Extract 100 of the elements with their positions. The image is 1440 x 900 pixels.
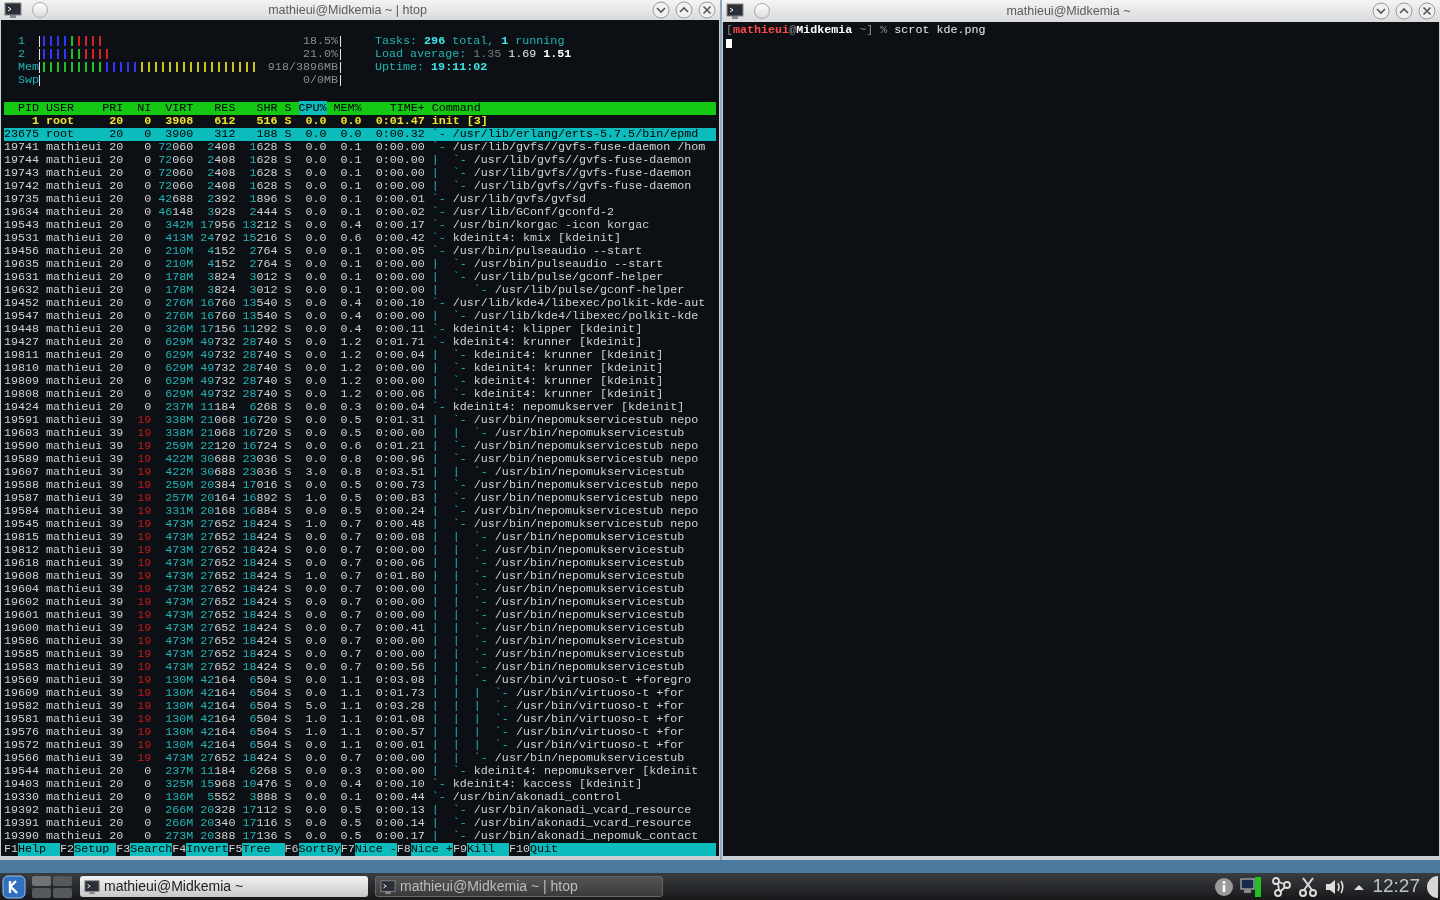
function-key[interactable]: F1 bbox=[4, 843, 19, 856]
process-row[interactable]: 19588 mathieui 39 19 259M 20384 17016 S 0.0 0.5 0:00.73 | `- /usr/bin/nepomukservicestub nepo bbox=[4, 479, 716, 492]
taskbar-button[interactable]: mathieui@Midkemia ~ bbox=[80, 876, 368, 897]
process-row[interactable]: 19812 mathieui 39 19 473M 27652 18424 S 0.0 0.7 0:00.00 | | `- /usr/bin/nepomukservicestub bbox=[4, 544, 716, 557]
column-header[interactable]: MEM% bbox=[326, 102, 362, 115]
function-key[interactable]: F8 bbox=[396, 843, 411, 856]
function-key[interactable]: F9 bbox=[452, 843, 467, 856]
process-row[interactable]: 19604 mathieui 39 19 473M 27652 18424 S 0.0 0.7 0:00.00 | | `- /usr/bin/nepomukservicestub bbox=[4, 583, 716, 596]
process-row[interactable]: 19815 mathieui 39 19 473M 27652 18424 S 0.0 0.7 0:00.08 | | `- /usr/bin/nepomukservicestub bbox=[4, 531, 716, 544]
process-row[interactable]: 19403 mathieui 20 0 325M 15968 10476 S 0.0 0.4 0:00.10 `- kdeinit4: kaccess [kdeinit] bbox=[4, 778, 716, 791]
process-row[interactable]: 19741 mathieui 20 0 72060 2408 1628 S 0.0 0.1 0:00.00 `- /usr/lib/gvfs//gvfs-fuse-daemon /hom bbox=[4, 141, 716, 154]
process-row[interactable]: 19582 mathieui 39 19 130M 42164 6504 S 5.0 1.1 0:03.28 | | | `- /usr/bin/virtuoso-t +for bbox=[4, 700, 716, 713]
process-row[interactable]: 19631 mathieui 20 0 178M 3824 3012 S 0.0 0.1 0:00.00 | `- /usr/lib/pulse/gconf-helper bbox=[4, 271, 716, 284]
column-header[interactable]: USER bbox=[39, 102, 103, 115]
function-key-label[interactable]: Help bbox=[18, 843, 61, 856]
function-key-label[interactable]: SortBy bbox=[298, 843, 341, 856]
column-header[interactable]: VIRT bbox=[151, 102, 194, 115]
process-row[interactable]: 19811 mathieui 20 0 629M 49732 28740 S 0.0 1.2 0:00.04 | `- kdeinit4: krunner [kdeinit] bbox=[4, 349, 716, 362]
process-row[interactable]: 19581 mathieui 39 19 130M 42164 6504 S 1.0 1.1 0:01.08 | | | `- /usr/bin/virtuoso-t +for bbox=[4, 713, 716, 726]
column-header[interactable]: NI bbox=[123, 102, 152, 115]
process-row[interactable]: 19427 mathieui 20 0 629M 49732 28740 S 0.0 1.2 0:01.71 `- kdeinit4: krunner [kdeinit] bbox=[4, 336, 716, 349]
process-row[interactable]: 19602 mathieui 39 19 473M 27652 18424 S 0.0 0.7 0:00.00 | | `- /usr/bin/nepomukservicestub bbox=[4, 596, 716, 609]
process-row[interactable]: 19391 mathieui 20 0 266M 20340 17116 S 0.0 0.5 0:00.14 | `- /usr/bin/akonadi_vcard_resource bbox=[4, 817, 716, 830]
function-key[interactable]: F6 bbox=[284, 843, 299, 856]
process-row[interactable]: 19544 mathieui 20 0 237M 11184 6268 S 0.0 0.3 0:00.00 | `- kdeinit4: nepomukserver [kdeinit bbox=[4, 765, 716, 778]
close-button[interactable] bbox=[1418, 2, 1436, 20]
function-key[interactable]: F2 bbox=[60, 843, 75, 856]
process-row[interactable]: 19543 mathieui 20 0 342M 17956 13212 S 0.0 0.4 0:00.17 `- /usr/bin/korgac -icon korgac bbox=[4, 219, 716, 232]
process-row[interactable]: 19590 mathieui 39 19 259M 22120 16724 S 0.0 0.6 0:01.21 | `- /usr/bin/nepomukservicestub nepo bbox=[4, 440, 716, 453]
process-row[interactable]: 19809 mathieui 20 0 629M 49732 28740 S 0.0 1.2 0:00.00 | `- kdeinit4: krunner [kdeinit] bbox=[4, 375, 716, 388]
process-row[interactable]: 19810 mathieui 20 0 629M 49732 28740 S 0.0 1.2 0:00.00 | `- kdeinit4: krunner [kdeinit] bbox=[4, 362, 716, 375]
process-row[interactable]: 19607 mathieui 39 19 422M 30688 23036 S 3.0 0.8 0:03.51 | | `- /usr/bin/nepomukservicestub bbox=[4, 466, 716, 479]
column-header[interactable]: RES bbox=[193, 102, 236, 115]
scissors-icon[interactable] bbox=[1298, 875, 1319, 898]
process-row[interactable]: 19603 mathieui 39 19 338M 21068 16720 S 0.0 0.5 0:00.00 | | `- /usr/bin/nepomukservicestub bbox=[4, 427, 716, 440]
process-row[interactable]: 19600 mathieui 39 19 473M 27652 18424 S 0.0 0.7 0:00.41 | | `- /usr/bin/nepomukservicestub bbox=[4, 622, 716, 635]
process-row[interactable]: 19424 mathieui 20 0 237M 11184 6268 S 0.0 0.3 0:00.04 `- kdeinit4: nepomukserver [kdeinit] bbox=[4, 401, 716, 414]
function-key-label[interactable]: Kill bbox=[466, 843, 509, 856]
minimize-button[interactable] bbox=[652, 1, 670, 19]
process-row[interactable]: 19742 mathieui 20 0 72060 2408 1628 S 0.0 0.1 0:00.00 | `- /usr/lib/gvfs//gvfs-fuse-daemon bbox=[4, 180, 716, 193]
process-row[interactable]: 19576 mathieui 39 19 130M 42164 6504 S 1.0 1.1 0:00.57 | | | `- /usr/bin/virtuoso-t +for bbox=[4, 726, 716, 739]
process-row[interactable]: 1 root 20 0 3908 612 516 S 0.0 0.0 0:01.47 init [3] bbox=[4, 115, 716, 128]
function-key-label[interactable]: Tree bbox=[242, 843, 285, 856]
process-row[interactable]: 19586 mathieui 39 19 473M 27652 18424 S 0.0 0.7 0:00.00 | | `- /usr/bin/nepomukservicestub bbox=[4, 635, 716, 648]
process-row[interactable]: 19547 mathieui 20 0 276M 16760 13540 S 0.0 0.4 0:00.00 | `- /usr/lib/kde4/libexec/polkit-kde bbox=[4, 310, 716, 323]
process-row[interactable]: 19808 mathieui 20 0 629M 49732 28740 S 0.0 1.2 0:00.06 | `- kdeinit4: krunner [kdeinit] bbox=[4, 388, 716, 401]
process-row[interactable]: 19589 mathieui 39 19 422M 30688 23036 S 0.0 0.8 0:00.96 | `- /usr/bin/nepomukservicestub nepo bbox=[4, 453, 716, 466]
process-row[interactable]: 19587 mathieui 39 19 257M 20164 16892 S 1.0 0.5 0:00.83 | `- /usr/bin/nepomukservicestub nepo bbox=[4, 492, 716, 505]
process-row[interactable]: 19569 mathieui 39 19 130M 42164 6504 S 0.0 1.1 0:03.08 | | `- /usr/bin/virtuoso-t +foregro bbox=[4, 674, 716, 687]
column-header[interactable]: SHR bbox=[235, 102, 278, 115]
network-icon[interactable] bbox=[1270, 875, 1293, 898]
process-row[interactable]: 19392 mathieui 20 0 266M 20328 17112 S 0.0 0.5 0:00.13 | `- /usr/bin/akonadi_vcard_resource bbox=[4, 804, 716, 817]
function-key[interactable]: F4 bbox=[172, 843, 187, 856]
maximize-button[interactable] bbox=[1395, 2, 1413, 20]
info-icon[interactable] bbox=[1214, 876, 1235, 897]
function-key[interactable]: F7 bbox=[340, 843, 355, 856]
minimize-button[interactable] bbox=[1372, 2, 1390, 20]
process-row[interactable]: 19632 mathieui 20 0 178M 3824 3012 S 0.0 0.1 0:00.00 | `- /usr/lib/pulse/gconf-helper bbox=[4, 284, 716, 297]
column-header[interactable]: Command bbox=[431, 102, 481, 115]
function-key-label[interactable]: Search bbox=[130, 843, 173, 856]
process-row[interactable]: 23675 root 20 0 3900 312 188 S 0.0 0.0 0:00.32 `- /usr/lib/erlang/erts-5.7.5/bin/epmd bbox=[4, 128, 716, 141]
process-row[interactable]: 19743 mathieui 20 0 72060 2408 1628 S 0.0 0.1 0:00.00 | `- /usr/lib/gvfs//gvfs-fuse-daemon bbox=[4, 167, 716, 180]
column-header[interactable]: S bbox=[277, 102, 292, 115]
desktop-pager[interactable] bbox=[32, 875, 72, 898]
process-row[interactable]: 19452 mathieui 20 0 276M 16760 13540 S 0.0 0.4 0:00.10 `- /usr/lib/kde4/libexec/polkit-kde-aut bbox=[4, 297, 716, 310]
process-row[interactable]: 19448 mathieui 20 0 326M 17156 11292 S 0.0 0.4 0:00.11 `- kdeinit4: klipper [kdeinit] bbox=[4, 323, 716, 336]
function-key-label[interactable]: Nice - bbox=[354, 843, 397, 856]
terminal-icon[interactable] bbox=[726, 2, 744, 20]
process-row[interactable]: 19390 mathieui 20 0 273M 20388 17136 S 0.0 0.5 0:00.17 | `- /usr/bin/akonadi_nepomuk_contact bbox=[4, 830, 716, 843]
column-header[interactable]: TIME+ bbox=[361, 102, 425, 115]
process-row[interactable]: 19531 mathieui 20 0 413M 24792 15216 S 0.0 0.6 0:00.42 `- kdeinit4: kmix [kdeinit] bbox=[4, 232, 716, 245]
process-row[interactable]: 19456 mathieui 20 0 210M 4152 2764 S 0.0 0.1 0:00.05 `- /usr/bin/pulseaudio --start bbox=[4, 245, 716, 258]
function-key-label[interactable]: Invert bbox=[186, 843, 229, 856]
maximize-button[interactable] bbox=[675, 1, 693, 19]
process-row[interactable]: 19618 mathieui 39 19 473M 27652 18424 S 0.0 0.7 0:00.06 | | `- /usr/bin/nepomukservicestub bbox=[4, 557, 716, 570]
function-key[interactable]: F3 bbox=[116, 843, 131, 856]
process-row[interactable]: 19609 mathieui 39 19 130M 42164 6504 S 0.0 1.1 0:01.73 | | | `- /usr/bin/virtuoso-t +for bbox=[4, 687, 716, 700]
process-row[interactable]: 19585 mathieui 39 19 473M 27652 18424 S 0.0 0.7 0:00.00 | | `- /usr/bin/nepomukservicestub bbox=[4, 648, 716, 661]
close-button[interactable] bbox=[698, 1, 716, 19]
terminal-icon[interactable] bbox=[4, 1, 22, 19]
column-header[interactable]: PRI bbox=[102, 102, 124, 115]
process-row[interactable]: 19583 mathieui 39 19 473M 27652 18424 S 0.0 0.7 0:00.56 | | `- /usr/bin/nepomukservicestub bbox=[4, 661, 716, 674]
function-key-label[interactable]: Quit bbox=[530, 843, 559, 856]
taskbar-button[interactable]: mathieui@Midkemia ~ | htop bbox=[375, 876, 663, 897]
process-row[interactable]: 19635 mathieui 20 0 210M 4152 2764 S 0.0 0.1 0:00.00 | `- /usr/bin/pulseaudio --start bbox=[4, 258, 716, 271]
process-row[interactable]: 19545 mathieui 39 19 473M 27652 18424 S 1.0 0.7 0:00.48 | `- /usr/bin/nepomukservicestub nepo bbox=[4, 518, 716, 531]
process-row[interactable]: 19572 mathieui 39 19 130M 42164 6504 S 0.0 1.1 0:00.01 | | | `- /usr/bin/virtuoso-t +for bbox=[4, 739, 716, 752]
function-key-label[interactable]: Nice + bbox=[410, 843, 453, 856]
process-row[interactable]: 19744 mathieui 20 0 72060 2408 1628 S 0.0 0.1 0:00.00 | `- /usr/lib/gvfs//gvfs-fuse-daemon bbox=[4, 154, 716, 167]
process-row[interactable]: 19634 mathieui 20 0 46148 3928 2444 S 0.0 0.1 0:00.02 `- /usr/lib/GConf/gconfd-2 bbox=[4, 206, 716, 219]
function-key-label[interactable]: Setup bbox=[74, 843, 117, 856]
process-row[interactable]: 19735 mathieui 20 0 42688 2392 1896 S 0.0 0.1 0:00.01 `- /usr/lib/gvfs/gvfsd bbox=[4, 193, 716, 206]
process-row[interactable]: 19584 mathieui 39 19 331M 20168 16884 S 0.0 0.5 0:00.24 | `- /usr/bin/nepomukservicestub nepo bbox=[4, 505, 716, 518]
process-row[interactable]: 19566 mathieui 39 19 473M 27652 18424 S 0.0 0.7 0:00.00 | | `- /usr/bin/nepomukservicestub bbox=[4, 752, 716, 765]
process-row[interactable]: 19601 mathieui 39 19 473M 27652 18424 S 0.0 0.7 0:00.00 | | `- /usr/bin/nepomukservicestub bbox=[4, 609, 716, 622]
process-row[interactable]: 19608 mathieui 39 19 473M 27652 18424 S 1.0 0.7 0:01.80 | | `- /usr/bin/nepomukservicestub bbox=[4, 570, 716, 583]
column-header[interactable]: PID bbox=[4, 102, 40, 115]
process-row[interactable]: 19591 mathieui 39 19 338M 21068 16720 S 0.0 0.5 0:01.31 | `- /usr/bin/nepomukservicestub nepo bbox=[4, 414, 716, 427]
app-launcher-icon[interactable] bbox=[2, 874, 26, 899]
cashew-icon[interactable] bbox=[1426, 874, 1438, 899]
